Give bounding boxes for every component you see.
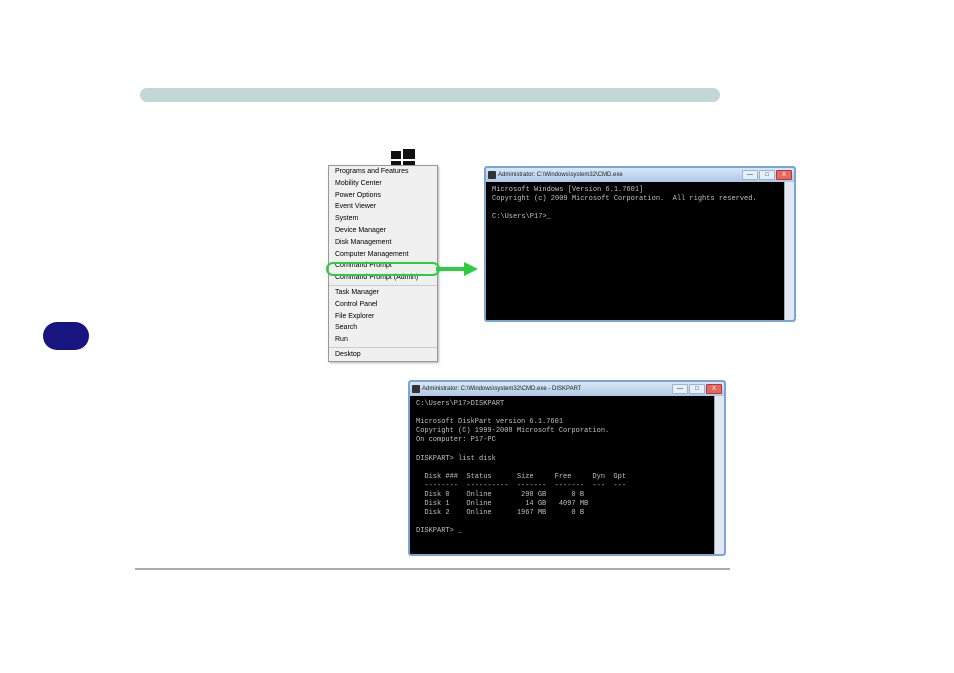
menu-separator bbox=[329, 285, 437, 286]
arrow-icon bbox=[436, 262, 480, 276]
terminal-line: Microsoft Windows [Version 6.1.7601] bbox=[492, 186, 643, 194]
header-pill bbox=[140, 88, 720, 102]
maximize-button[interactable]: □ bbox=[689, 384, 705, 394]
menu-item[interactable]: Control Panel bbox=[329, 299, 437, 311]
minimize-button[interactable]: — bbox=[672, 384, 688, 394]
scrollbar[interactable] bbox=[714, 396, 724, 554]
cmd-window-1: Administrator: C:\Windows\system32\CMD.e… bbox=[484, 166, 796, 322]
titlebar[interactable]: Administrator: C:\Windows\system32\CMD.e… bbox=[410, 382, 724, 396]
terminal-line: DISKPART> _ bbox=[416, 527, 462, 535]
terminal-line: DISKPART> list disk bbox=[416, 455, 496, 463]
terminal-line: Disk 2 Online 1967 MB 0 B bbox=[416, 509, 584, 517]
window-title: Administrator: C:\Windows\system32\CMD.e… bbox=[422, 386, 581, 392]
menu-item[interactable]: Desktop bbox=[329, 349, 437, 361]
menu-item[interactable]: Event Viewer bbox=[329, 201, 437, 213]
terminal-line: Copyright (C) 1999-2008 Microsoft Corpor… bbox=[416, 427, 609, 435]
menu-item[interactable]: Run bbox=[329, 334, 437, 346]
menu-item[interactable]: Search bbox=[329, 322, 437, 334]
maximize-button[interactable]: □ bbox=[759, 170, 775, 180]
menu-item[interactable]: Computer Management bbox=[329, 249, 437, 261]
menu-item[interactable]: File Explorer bbox=[329, 311, 437, 323]
menu-separator bbox=[329, 347, 437, 348]
window-title: Administrator: C:\Windows\system32\CMD.e… bbox=[498, 172, 623, 178]
cmd-window-2-diskpart: Administrator: C:\Windows\system32\CMD.e… bbox=[408, 380, 726, 556]
terminal-line: Disk 0 Online 298 GB 0 B bbox=[416, 491, 584, 499]
terminal-line: Disk ### Status Size Free Dyn Gpt bbox=[416, 473, 626, 481]
menu-item[interactable]: Power Options bbox=[329, 190, 437, 202]
titlebar[interactable]: Administrator: C:\Windows\system32\CMD.e… bbox=[486, 168, 794, 182]
menu-item[interactable]: Disk Management bbox=[329, 237, 437, 249]
step-badge bbox=[43, 322, 89, 350]
terminal-body[interactable]: Microsoft Windows [Version 6.1.7601] Cop… bbox=[486, 182, 794, 320]
minimize-button[interactable]: — bbox=[742, 170, 758, 180]
terminal-line: C:\Users\P17>_ bbox=[492, 213, 551, 221]
menu-item-command-prompt-admin[interactable]: Command Prompt (Admin) bbox=[329, 272, 437, 284]
menu-item[interactable]: Task Manager bbox=[329, 287, 437, 299]
scrollbar[interactable] bbox=[784, 182, 794, 320]
close-button[interactable]: X bbox=[706, 384, 722, 394]
terminal-line: -------- ---------- ------- ------- --- … bbox=[416, 482, 626, 490]
terminal-line: On computer: P17-PC bbox=[416, 436, 496, 444]
menu-item[interactable]: Command Prompt bbox=[329, 260, 437, 272]
menu-item[interactable]: System bbox=[329, 213, 437, 225]
terminal-line: Copyright (c) 2009 Microsoft Corporation… bbox=[492, 195, 757, 203]
terminal-line: Microsoft DiskPart version 6.1.7601 bbox=[416, 418, 563, 426]
terminal-line: Disk 1 Online 14 GB 4097 MB bbox=[416, 500, 588, 508]
menu-item[interactable]: Programs and Features bbox=[329, 166, 437, 178]
window-buttons: — □ X bbox=[672, 384, 722, 394]
win-x-context-menu: Programs and Features Mobility Center Po… bbox=[328, 165, 438, 362]
window-buttons: — □ X bbox=[742, 170, 792, 180]
menu-item[interactable]: Mobility Center bbox=[329, 178, 437, 190]
app-icon bbox=[488, 171, 496, 179]
menu-item[interactable]: Device Manager bbox=[329, 225, 437, 237]
terminal-line: C:\Users\P17>DISKPART bbox=[416, 400, 504, 408]
app-icon bbox=[412, 385, 420, 393]
footer-divider bbox=[135, 568, 730, 570]
terminal-body[interactable]: C:\Users\P17>DISKPART Microsoft DiskPart… bbox=[410, 396, 724, 554]
close-button[interactable]: X bbox=[776, 170, 792, 180]
